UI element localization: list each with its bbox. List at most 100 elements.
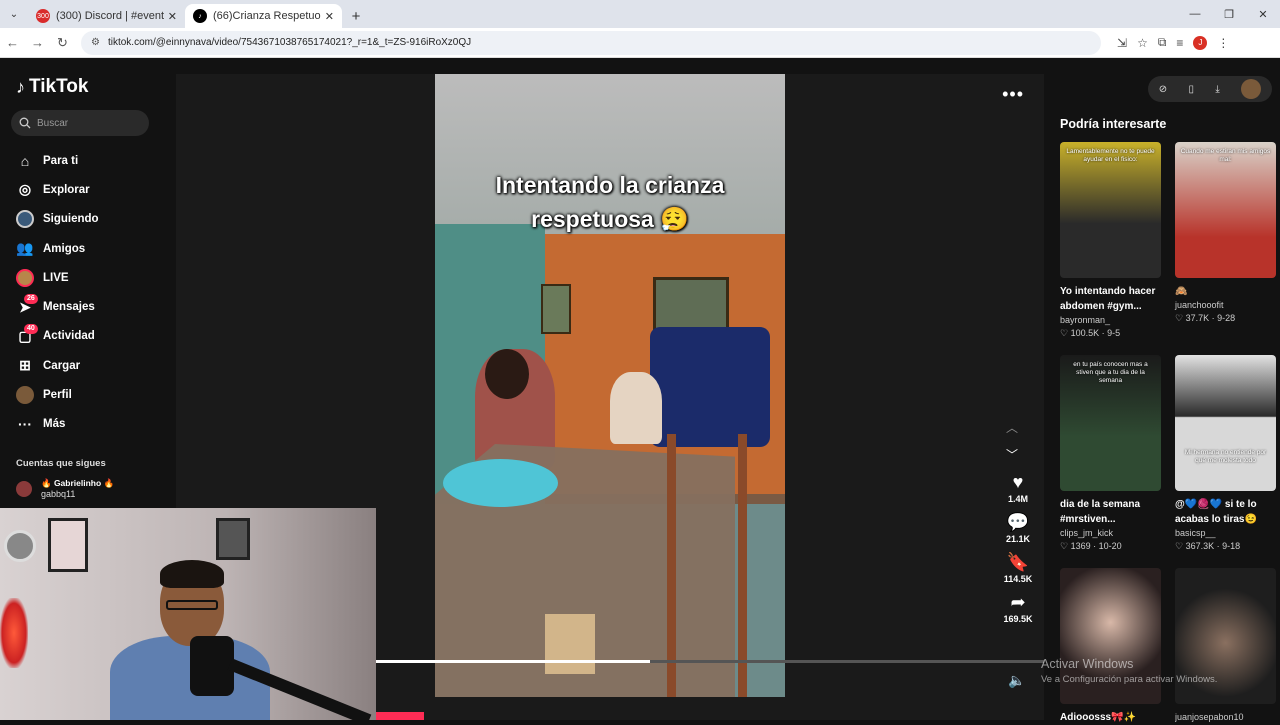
like-button[interactable]: ♥ 1.4M: [1008, 472, 1028, 504]
sidebar-item-amigos[interactable]: 👥 Amigos: [16, 234, 166, 263]
thumbnail-text: Mi hermana no entiende por qué me molest…: [1184, 449, 1267, 464]
cam-frame: [48, 518, 88, 572]
sidebar-item-label: Cargar: [43, 359, 81, 372]
browser-tab-discord[interactable]: 300 (300) Discord | #evento-de-mem ✕: [28, 4, 185, 28]
suggestion-card[interactable]: juanjosepabon10: [1175, 568, 1276, 725]
previous-video-icon[interactable]: ︿: [1006, 419, 1018, 436]
site-info-icon[interactable]: ⚙: [91, 37, 100, 48]
forward-icon[interactable]: →: [25, 30, 50, 55]
video-progress-bar[interactable]: [376, 660, 1044, 663]
browser-tab-tiktok[interactable]: ♪ (66)Crianza Respetuosa: ¿Cómo ✕: [185, 4, 342, 28]
back-icon[interactable]: ←: [0, 30, 25, 55]
sidebar-item-siguiendo[interactable]: Siguiendo: [16, 205, 166, 234]
avatar[interactable]: [1241, 79, 1262, 99]
next-video-icon[interactable]: ﹀: [1006, 446, 1018, 463]
search-placeholder: Buscar: [37, 117, 69, 129]
toolbar-actions: ⇲ ☆ ⧉ ≡ J ⋮: [1117, 35, 1229, 50]
suggestion-card[interactable]: Lamentablemente no te puede ayudar en el…: [1060, 142, 1161, 339]
close-icon[interactable]: ✕: [168, 10, 177, 23]
video-thumbnail: en tu país conocen mas a stiven que a tu…: [1060, 355, 1161, 491]
extensions-icon[interactable]: ⧉: [1158, 35, 1167, 50]
sidebar-item-mas[interactable]: ··· Más: [16, 410, 166, 439]
tab-list-chevron-icon[interactable]: ⌄: [0, 0, 28, 28]
url-field[interactable]: ⚙ tiktok.com/@einnynava/video/7543671038…: [81, 30, 1101, 55]
close-window-icon[interactable]: ✕: [1246, 0, 1280, 28]
media-icon[interactable]: ≡: [1176, 36, 1183, 50]
window-controls: — ❐ ✕: [1178, 0, 1280, 28]
browser-tab-bar: ⌄ 300 (300) Discord | #evento-de-mem ✕ ♪…: [0, 0, 1280, 28]
share-icon: ➦: [1010, 592, 1026, 612]
scene-chair: [667, 434, 747, 697]
card-meta: ♡ 100.5K · 9-5: [1060, 328, 1121, 338]
comment-icon: 💬: [1006, 512, 1030, 532]
comment-button[interactable]: 💬 21.1K: [1006, 512, 1030, 544]
minimize-icon[interactable]: —: [1178, 0, 1212, 28]
card-date: 9-5: [1107, 328, 1121, 338]
phone-icon[interactable]: ▯: [1189, 84, 1195, 95]
video-frame[interactable]: Intentando la crianza respetuosa 😮‍💨: [435, 74, 785, 697]
sidebar-item-live[interactable]: LIVE: [16, 263, 166, 292]
sidebar-item-perfil[interactable]: Perfil: [16, 380, 166, 409]
bookmark-star-icon[interactable]: ☆: [1137, 36, 1148, 50]
sidebar-item-label: Perfil: [43, 389, 72, 402]
install-app-icon[interactable]: ⇲: [1117, 36, 1127, 50]
video-thumbnail: Lamentablemente no te puede ayudar en el…: [1060, 142, 1161, 278]
followed-account[interactable]: 🔥 Gabrielinho 🔥 gabbq11: [16, 478, 114, 499]
live-indicator: [376, 712, 424, 720]
scene-bowl: [443, 459, 558, 507]
download-icon[interactable]: ⤓: [1215, 84, 1219, 95]
menu-kebab-icon[interactable]: ⋮: [1217, 36, 1229, 50]
followed-handle: gabbq11: [41, 489, 76, 499]
scene-painting-small: [541, 284, 571, 334]
cam-person-hair: [160, 560, 224, 588]
card-title: Adiooosss🎀✨: [1060, 712, 1137, 723]
coin-icon[interactable]: ⊘: [1159, 84, 1167, 95]
upload-icon: ⊞: [19, 357, 31, 374]
sidebar-item-actividad[interactable]: ▢ 40 Actividad: [16, 322, 166, 351]
messages-badge: 26: [24, 294, 38, 305]
scene-painting: [653, 277, 729, 333]
suggestion-card[interactable]: en tu país conocen mas a stiven que a tu…: [1060, 355, 1161, 552]
sidebar-item-explorar[interactable]: ◎ Explorar: [16, 175, 166, 204]
search-icon: [19, 117, 31, 129]
profile-avatar-icon: [16, 386, 34, 405]
card-user: juanjosepabon10: [1175, 712, 1244, 722]
card-meta: ♡ 37.7K · 9-28: [1175, 313, 1236, 323]
sidebar-item-para-ti[interactable]: ⌂ Para ti: [16, 146, 166, 175]
maximize-icon[interactable]: ❐: [1212, 0, 1246, 28]
suggestion-card[interactable]: Mi hermana no entiende por qué me molest…: [1175, 355, 1276, 552]
sidebar-item-mensajes[interactable]: ➤ 26 Mensajes: [16, 292, 166, 321]
heart-icon: ♡: [1060, 328, 1069, 338]
suggestions-panel: ⊘ ▯ ⤓ Podría interesarte Lamentablemente…: [1044, 58, 1280, 723]
video-thumbnail: Mi hermana no entiende por qué me molest…: [1175, 355, 1276, 491]
sidebar-item-label: Más: [43, 418, 66, 431]
top-actions: ⊘ ▯ ⤓: [1148, 76, 1272, 102]
share-count: 169.5K: [1003, 614, 1033, 624]
cam-frame: [216, 518, 250, 560]
new-tab-button[interactable]: +: [342, 4, 370, 28]
profile-avatar[interactable]: J: [1193, 35, 1208, 50]
avatar: [16, 480, 32, 497]
suggestion-card[interactable]: Adiooosss🎀✨: [1060, 568, 1161, 725]
reload-icon[interactable]: ↻: [50, 30, 75, 55]
sidebar-item-cargar[interactable]: ⊞ Cargar: [16, 351, 166, 380]
card-likes: 37.7K: [1185, 313, 1210, 323]
share-button[interactable]: ➦ 169.5K: [1003, 592, 1032, 624]
heart-icon: ♥: [1012, 472, 1024, 492]
close-icon[interactable]: ✕: [325, 10, 334, 23]
card-meta: ♡ 367.3K · 9-18: [1175, 541, 1241, 551]
search-input[interactable]: Buscar: [11, 110, 149, 136]
more-options-icon[interactable]: •••: [1002, 84, 1024, 105]
card-meta: ♡ 1369 · 10-20: [1060, 541, 1122, 551]
card-date: 9-28: [1217, 313, 1236, 323]
volume-icon[interactable]: 🔈: [1008, 672, 1025, 689]
tiktok-logo[interactable]: ♪ TikTok: [16, 76, 88, 98]
scene-sofa: [650, 327, 770, 447]
card-user: basicsp__: [1175, 528, 1216, 538]
cam-person-glasses: [166, 600, 218, 610]
suggestion-card[interactable]: Cuando me estiran mis amigos mal: 🙈 juan…: [1175, 142, 1276, 324]
bookmark-button[interactable]: 🔖 114.5K: [1004, 552, 1033, 584]
card-title: dia de la semana #mrstiven...: [1060, 499, 1141, 525]
address-bar: ← → ↻ ⚙ tiktok.com/@einnynava/video/7543…: [0, 28, 1280, 58]
card-user: juanchooofit: [1175, 300, 1224, 310]
